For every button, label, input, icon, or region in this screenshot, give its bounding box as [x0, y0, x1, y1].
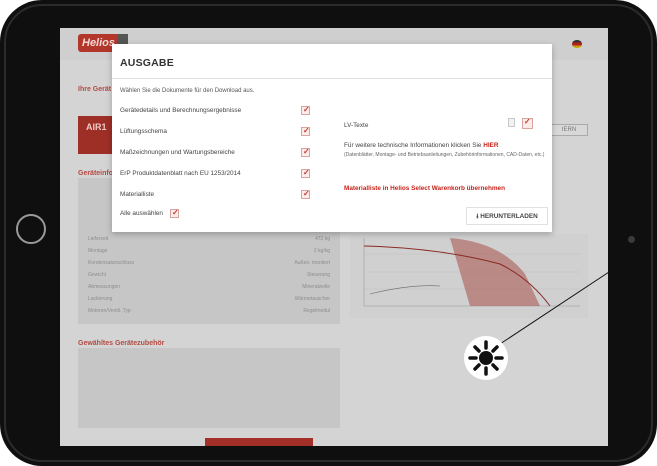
pointer-line	[499, 269, 613, 345]
pointer-overlay	[499, 269, 613, 345]
burst-icon	[468, 340, 504, 376]
tap-indicator-icon	[464, 336, 508, 380]
tablet-frame: Helios Ihre Gerät AIR1 IERN Geräteinfo L…	[0, 0, 657, 466]
